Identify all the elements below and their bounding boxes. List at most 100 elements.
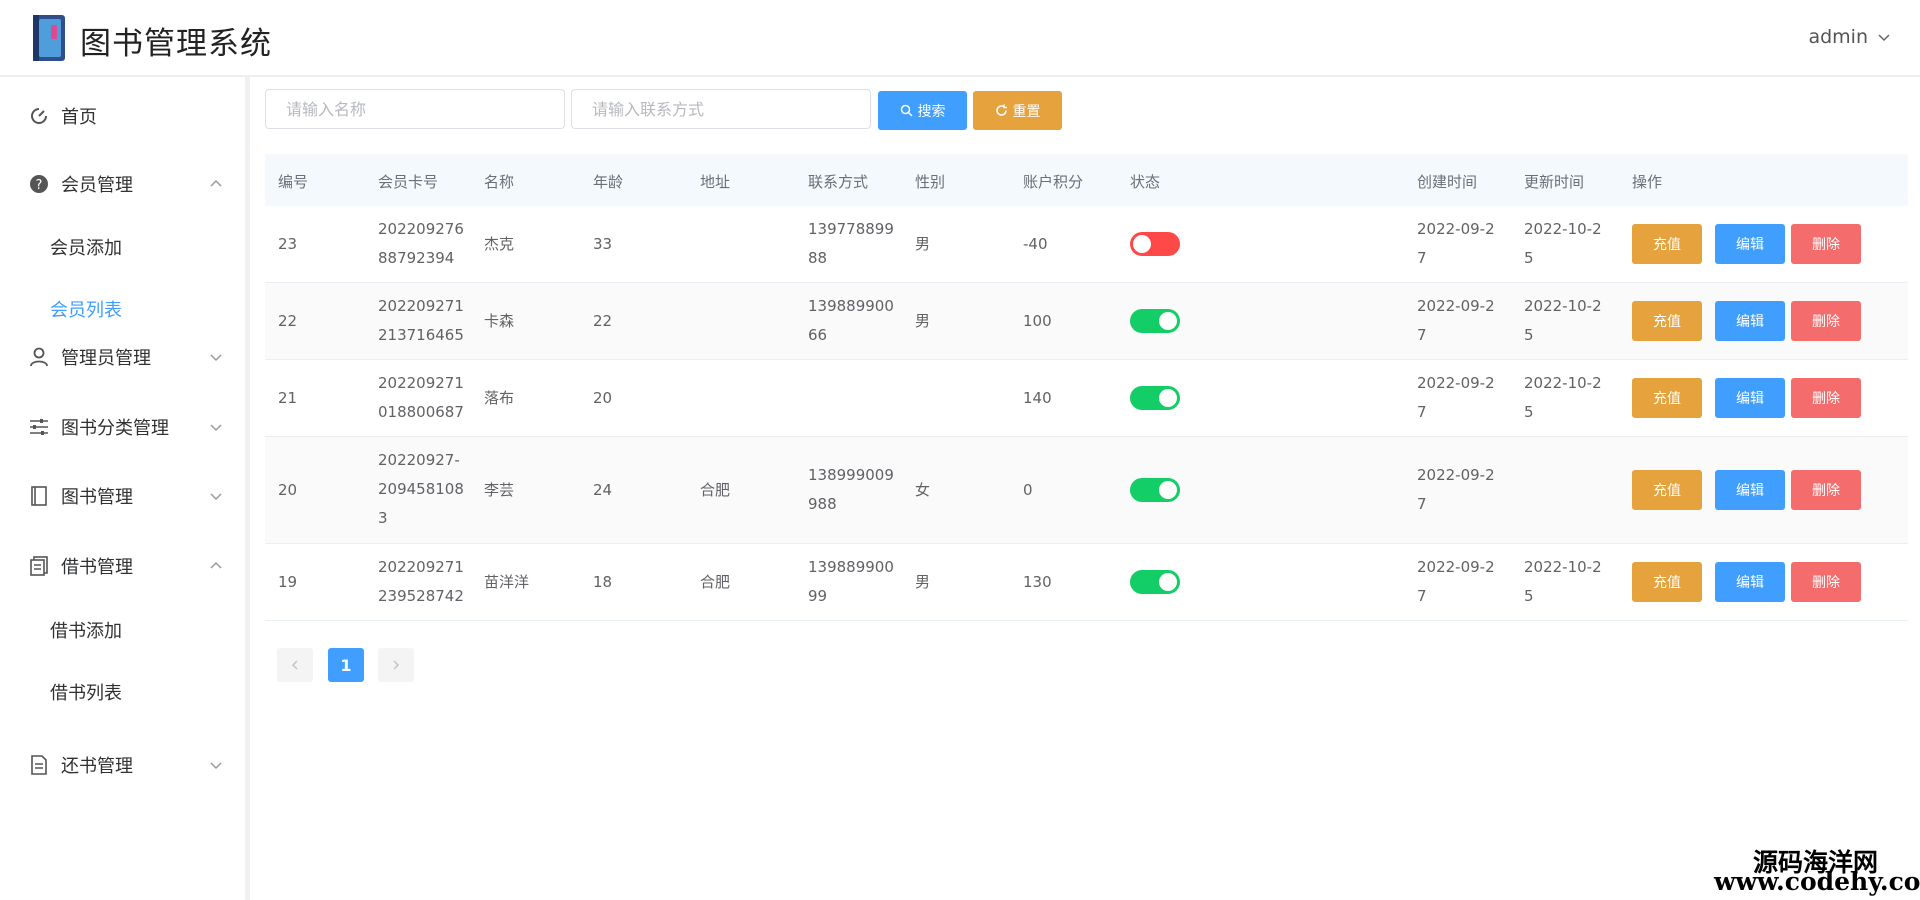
book-logo-icon: [33, 15, 65, 61]
cell-age: 18: [593, 573, 613, 591]
app-header: 图书管理系统 admin: [0, 0, 1920, 77]
cell-phone: 99: [808, 587, 828, 605]
cell-id: 20: [278, 481, 298, 499]
recharge-button[interactable]: 充值: [1632, 224, 1702, 264]
watermark-url: www.codehy.com: [1714, 867, 1920, 896]
cell-id: 23: [278, 235, 298, 253]
page-number[interactable]: 1: [328, 648, 364, 682]
cell-address: 合肥: [700, 573, 731, 591]
cell-created: 2022-09-2: [1417, 466, 1495, 484]
sidebar-item-label: 图书分类管理: [61, 418, 169, 439]
user-menu[interactable]: admin: [1808, 26, 1892, 48]
switch-knob: [1159, 481, 1177, 499]
cell-updated: 5: [1524, 249, 1534, 267]
sidebar-item-label: 会员管理: [61, 175, 133, 196]
chevron-down-icon: [210, 493, 222, 501]
sidebar: 首页 ? 会员管理 会员添加 会员列表 管理员管理 图书分类管理 图书管理 借书…: [0, 77, 250, 900]
cell-card: 202209276: [378, 220, 464, 238]
cell-name: 苗洋洋: [484, 573, 530, 591]
sidebar-item-return[interactable]: 还书管理: [0, 739, 245, 791]
column-header: 名称: [484, 173, 515, 191]
edit-button[interactable]: 编辑: [1715, 470, 1785, 510]
status-switch[interactable]: [1130, 570, 1180, 594]
cell-updated: 5: [1524, 403, 1534, 421]
table-row: 22 202209271 213716465 卡森 22 139889900 6…: [265, 283, 1908, 360]
cell-card: 3: [378, 509, 388, 527]
cell-phone: 88: [808, 249, 828, 267]
next-page-button[interactable]: [378, 648, 414, 682]
recharge-button[interactable]: 充值: [1632, 301, 1702, 341]
cell-card: 202209271: [378, 297, 464, 315]
edit-button[interactable]: 编辑: [1715, 562, 1785, 602]
sidebar-item-borrow[interactable]: 借书管理: [0, 540, 245, 592]
sidebar-item-borrow-list[interactable]: 借书列表: [0, 666, 245, 718]
search-button[interactable]: 搜索: [878, 91, 967, 130]
cell-card: 018800687: [378, 403, 464, 421]
delete-button[interactable]: 删除: [1791, 562, 1861, 602]
cell-created: 2022-09-2: [1417, 374, 1495, 392]
sidebar-item-admins[interactable]: 管理员管理: [0, 331, 245, 383]
edit-button[interactable]: 编辑: [1715, 301, 1785, 341]
cell-created: 2022-09-2: [1417, 220, 1495, 238]
sidebar-item-categories[interactable]: 图书分类管理: [0, 401, 245, 453]
cell-id: 22: [278, 312, 298, 330]
column-header: 账户积分: [1023, 173, 1084, 191]
cell-card: 209458108: [378, 480, 464, 498]
cell-card: 202209271: [378, 558, 464, 576]
table-row: 20 20220927- 209458108 3 李芸 24 合肥 138999…: [265, 437, 1908, 544]
sidebar-item-books[interactable]: 图书管理: [0, 470, 245, 522]
table-row: 21 202209271 018800687 落布 20 140 2022-09…: [265, 360, 1908, 437]
chevron-up-icon: [210, 179, 222, 187]
contact-search-input[interactable]: [571, 89, 871, 129]
cell-name: 落布: [484, 389, 515, 407]
cell-points: 100: [1023, 312, 1052, 330]
cell-created: 2022-09-2: [1417, 558, 1495, 576]
recharge-button[interactable]: 充值: [1632, 470, 1702, 510]
column-header: 状态: [1130, 173, 1161, 191]
cell-gender: 男: [915, 312, 931, 330]
delete-button[interactable]: 删除: [1791, 224, 1861, 264]
recharge-button[interactable]: 充值: [1632, 378, 1702, 418]
delete-button[interactable]: 删除: [1791, 470, 1861, 510]
sliders-icon: [30, 419, 48, 435]
cell-card: 202209271: [378, 374, 464, 392]
column-header: 联系方式: [808, 173, 869, 191]
cell-address: 合肥: [700, 481, 731, 499]
delete-button[interactable]: 删除: [1791, 378, 1861, 418]
document-icon: [30, 556, 48, 576]
file-text-icon: [31, 755, 47, 775]
cell-points: 140: [1023, 389, 1052, 407]
sidebar-item-home[interactable]: 首页: [0, 90, 245, 142]
cell-card: 88792394: [378, 249, 455, 267]
prev-page-button[interactable]: [277, 648, 313, 682]
cell-phone: 139889900: [808, 558, 894, 576]
cell-updated: 2022-10-2: [1524, 297, 1602, 315]
cell-id: 21: [278, 389, 298, 407]
column-header: 更新时间: [1524, 173, 1585, 191]
cell-created: 2022-09-2: [1417, 297, 1495, 315]
recharge-button[interactable]: 充值: [1632, 562, 1702, 602]
status-switch[interactable]: [1130, 478, 1180, 502]
sidebar-item-member-add[interactable]: 会员添加: [0, 221, 245, 273]
cell-updated: 2022-10-2: [1524, 374, 1602, 392]
sidebar-item-members[interactable]: ? 会员管理: [0, 158, 245, 210]
delete-button[interactable]: 删除: [1791, 301, 1861, 341]
name-search-input[interactable]: [265, 89, 565, 129]
edit-button[interactable]: 编辑: [1715, 224, 1785, 264]
sidebar-item-member-list[interactable]: 会员列表: [0, 283, 245, 335]
cell-phone: 988: [808, 495, 837, 513]
reset-button-label: 重置: [1012, 103, 1041, 120]
sidebar-item-borrow-add[interactable]: 借书添加: [0, 604, 245, 656]
reset-button[interactable]: 重置: [973, 91, 1062, 130]
cell-updated: 5: [1524, 326, 1534, 344]
column-header: 性别: [915, 173, 946, 191]
edit-button[interactable]: 编辑: [1715, 378, 1785, 418]
table-row: 23 202209276 88792394 杰克 33 139778899 88…: [265, 206, 1908, 283]
sidebar-item-label: 会员添加: [50, 238, 122, 259]
status-switch[interactable]: [1130, 232, 1180, 256]
cell-updated: 2022-10-2: [1524, 220, 1602, 238]
search-icon: [900, 104, 913, 117]
status-switch[interactable]: [1130, 386, 1180, 410]
app-title: 图书管理系统: [80, 26, 272, 62]
status-switch[interactable]: [1130, 309, 1180, 333]
